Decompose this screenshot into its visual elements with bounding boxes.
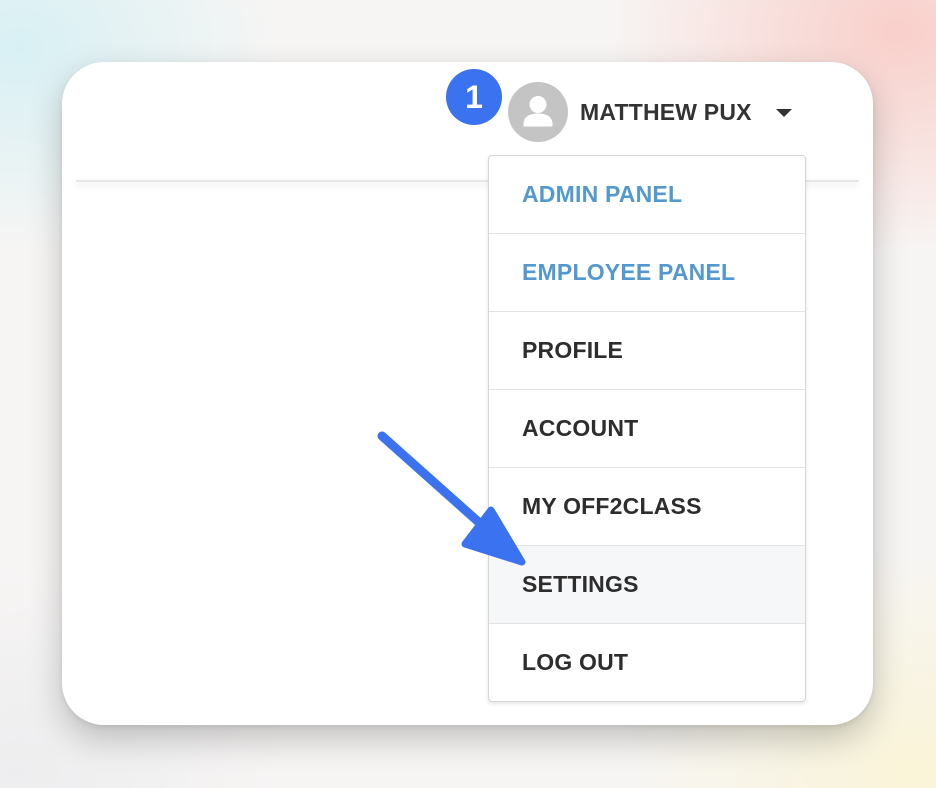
avatar[interactable]	[508, 82, 568, 142]
user-name[interactable]: MATTHEW PUX	[580, 82, 752, 142]
app-window: 1 MATTHEW PUX ADMIN PANEL EMPLOYEE PANEL…	[62, 62, 873, 725]
menu-item-log-out[interactable]: LOG OUT	[489, 624, 805, 701]
menu-item-profile[interactable]: PROFILE	[489, 312, 805, 390]
user-dropdown-menu: ADMIN PANEL EMPLOYEE PANEL PROFILE ACCOU…	[488, 155, 806, 702]
menu-item-settings[interactable]: SETTINGS	[489, 546, 805, 624]
menu-item-account[interactable]: ACCOUNT	[489, 390, 805, 468]
caret-down-icon[interactable]	[776, 109, 792, 117]
menu-item-employee-panel[interactable]: EMPLOYEE PANEL	[489, 234, 805, 312]
menu-item-my-off2class[interactable]: MY OFF2CLASS	[489, 468, 805, 546]
user-silhouette-icon	[523, 96, 553, 127]
step-number-badge: 1	[446, 69, 502, 125]
menu-item-admin-panel[interactable]: ADMIN PANEL	[489, 156, 805, 234]
